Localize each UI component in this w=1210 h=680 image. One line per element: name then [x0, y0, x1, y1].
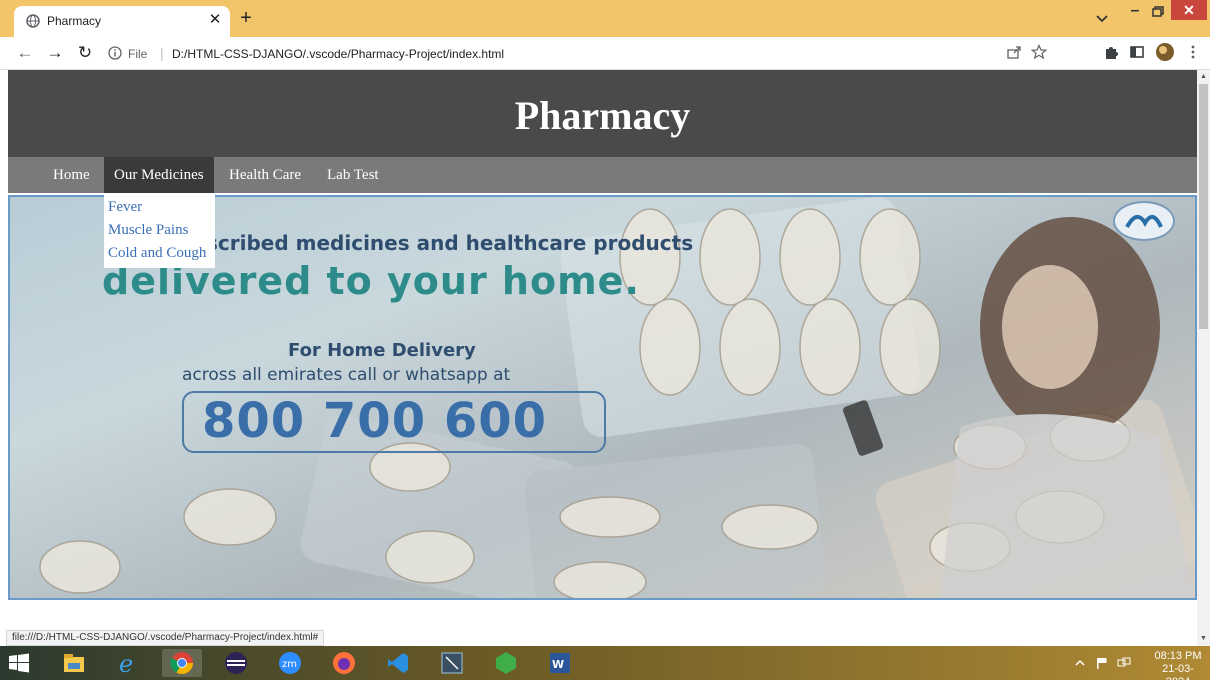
- forward-arrow-icon[interactable]: →: [46, 44, 64, 62]
- tray-expand-icon[interactable]: [1072, 655, 1088, 671]
- file-explorer-icon[interactable]: [54, 649, 94, 677]
- extensions-puzzle-icon[interactable]: [1103, 44, 1119, 60]
- back-arrow-icon[interactable]: ←: [16, 44, 34, 62]
- tray-flag-icon[interactable]: [1094, 655, 1110, 671]
- banner-line-1: scribed medicines and healthcare product…: [206, 231, 694, 255]
- dropdown-item-cold-and-cough[interactable]: Cold and Cough: [104, 242, 215, 265]
- url-text[interactable]: D:/HTML-CSS-DJANGO/.vscode/Pharmacy-Proj…: [172, 47, 504, 61]
- scroll-thumb[interactable]: [1199, 84, 1208, 329]
- tab-title: Pharmacy: [47, 14, 102, 28]
- svg-text:W: W: [552, 658, 564, 671]
- clock-date: 21-03-2024: [1162, 663, 1194, 680]
- new-tab-icon[interactable]: +: [236, 8, 256, 29]
- internet-explorer-icon[interactable]: e: [108, 649, 148, 677]
- web-page: Pharmacy Home Our Medicines Health Care …: [0, 70, 1197, 646]
- minimize-icon[interactable]: –: [1126, 3, 1144, 20]
- svg-text:zm: zm: [282, 659, 297, 670]
- green-app-icon[interactable]: [486, 649, 526, 677]
- browser-toolbar: ← → ↻ File | D:/HTML-CSS-DJANGO/.vscode/…: [0, 37, 1210, 70]
- reload-icon[interactable]: ↻: [76, 44, 94, 62]
- site-title: Pharmacy: [514, 93, 691, 138]
- network-icon[interactable]: [1116, 655, 1132, 671]
- page-scrollbar[interactable]: ▲ ▼: [1197, 70, 1210, 646]
- browser-tab[interactable]: Pharmacy ✕: [14, 6, 230, 37]
- taskbar-clock[interactable]: 08:13 PM 21-03-2024: [1150, 650, 1206, 680]
- browser-tab-strip: Pharmacy ✕ + – ✕: [0, 0, 1210, 37]
- nav-item-lab-test[interactable]: Lab Test: [317, 157, 389, 193]
- dropdown-item-fever[interactable]: Fever: [104, 196, 215, 219]
- snipping-tool-icon[interactable]: [432, 649, 472, 677]
- restore-icon[interactable]: [1150, 4, 1168, 20]
- info-icon[interactable]: [108, 46, 122, 60]
- svg-text:e: e: [119, 651, 133, 675]
- banner-line-3: For Home Delivery: [288, 340, 476, 361]
- windows-start-icon[interactable]: [8, 653, 30, 673]
- nav-item-our-medicines[interactable]: Our Medicines: [104, 157, 214, 193]
- profile-avatar[interactable]: [1155, 42, 1175, 62]
- share-icon[interactable]: [1006, 44, 1022, 60]
- eclipse-icon[interactable]: [216, 649, 256, 677]
- medicines-dropdown-menu: Fever Muscle Pains Cold and Cough: [104, 194, 215, 268]
- window-close-icon[interactable]: ✕: [1171, 0, 1207, 20]
- url-scheme-label: File: [128, 47, 148, 61]
- url-separator: |: [160, 45, 164, 61]
- dropdown-item-muscle-pains[interactable]: Muscle Pains: [104, 219, 215, 242]
- address-bar[interactable]: File | D:/HTML-CSS-DJANGO/.vscode/Pharma…: [100, 41, 1105, 67]
- kebab-menu-icon[interactable]: [1185, 44, 1201, 60]
- phone-number: 800 700 600: [202, 393, 548, 449]
- globe-icon: [26, 14, 40, 28]
- windows-taskbar: e zm W 08:13 PM 21-03-2024: [0, 646, 1210, 680]
- side-panel-icon[interactable]: [1129, 44, 1145, 60]
- zoom-icon[interactable]: zm: [270, 649, 310, 677]
- site-nav-bar: Home Our Medicines Health Care Lab Test: [8, 157, 1197, 193]
- nav-item-health-care[interactable]: Health Care: [219, 157, 311, 193]
- banner-line-4: across all emirates call or whatsapp at: [182, 365, 511, 385]
- tab-close-icon[interactable]: ✕: [206, 11, 224, 29]
- scroll-up-arrow-icon[interactable]: ▲: [1199, 72, 1208, 82]
- clock-time: 08:13 PM: [1154, 650, 1202, 662]
- vscode-icon[interactable]: [378, 649, 418, 677]
- link-status-bar: file:///D:/HTML-CSS-DJANGO/.vscode/Pharm…: [6, 630, 325, 646]
- brand-logo: [1113, 201, 1175, 241]
- word-icon[interactable]: W: [540, 649, 580, 677]
- scroll-down-arrow-icon[interactable]: ▼: [1199, 634, 1208, 644]
- nav-item-home[interactable]: Home: [43, 157, 100, 193]
- firefox-icon[interactable]: [324, 649, 364, 677]
- chrome-icon[interactable]: [162, 649, 202, 677]
- bookmark-star-icon[interactable]: [1031, 44, 1047, 60]
- tab-search-chevron-icon[interactable]: [1093, 11, 1111, 27]
- site-header: Pharmacy: [8, 70, 1197, 157]
